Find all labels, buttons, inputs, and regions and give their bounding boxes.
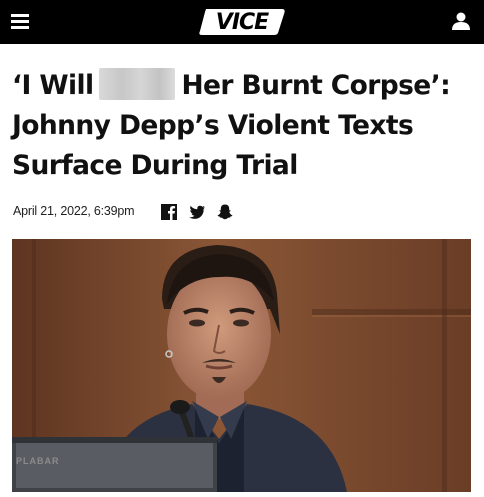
logo-text: VICE [215, 9, 269, 35]
article-lead-photo [12, 239, 471, 492]
article-dateline: April 21, 2022, 6:39pm [13, 204, 135, 218]
photo-plate-text: PLABAR [16, 456, 60, 466]
top-navigation-bar: VICE [0, 0, 484, 44]
twitter-icon[interactable] [188, 203, 206, 221]
facebook-icon[interactable] [160, 203, 178, 221]
courtroom-witness-illustration [12, 239, 471, 492]
user-icon[interactable] [452, 11, 470, 31]
hamburger-menu-icon[interactable] [11, 14, 29, 30]
headline-part-1: ‘I Will [12, 70, 94, 101]
censored-word-blur [99, 67, 176, 100]
vice-logo[interactable]: VICE [198, 6, 286, 38]
article-headline: ‘I Will Her Burnt Corpse’: Johnny Depp’s … [12, 66, 480, 186]
snapchat-icon[interactable] [216, 203, 234, 221]
